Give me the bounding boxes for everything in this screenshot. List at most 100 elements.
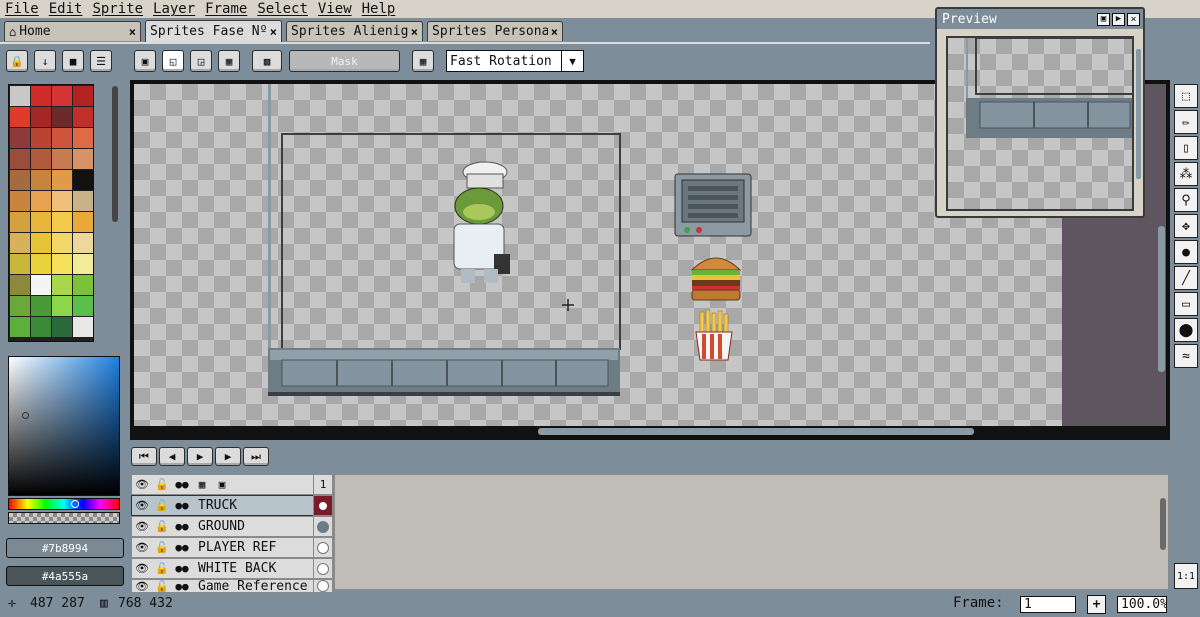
palette-swatch[interactable] [73, 212, 93, 232]
lock-icon[interactable]: 🔓 [152, 580, 172, 592]
layer-name[interactable]: PLAYER REF [192, 540, 276, 555]
canvas-vertical-scrollbar[interactable] [1158, 226, 1165, 372]
palette-swatch[interactable] [10, 128, 30, 148]
selection-subtract-button[interactable]: ◲ [190, 50, 212, 72]
frame-input[interactable]: 1 [1020, 596, 1076, 613]
lock-icon[interactable]: 🔓 [152, 541, 172, 554]
palette-swatch[interactable] [31, 317, 51, 337]
layer-cel[interactable] [313, 537, 333, 558]
lock-icon[interactable]: 🔓 [152, 562, 172, 575]
eye-icon[interactable]: 👁 [132, 541, 152, 554]
palette-swatch[interactable] [10, 149, 30, 169]
layer-name[interactable]: GROUND [192, 519, 245, 534]
palette-swatch[interactable] [31, 296, 51, 316]
layer-cel[interactable] [313, 516, 333, 537]
stop-button[interactable]: ■ [62, 50, 84, 72]
menu-help[interactable]: Help [357, 1, 401, 17]
layer-cel[interactable] [313, 558, 333, 579]
rectangle-tool[interactable]: ▭ [1174, 292, 1198, 316]
blur-tool[interactable]: ≈ [1174, 344, 1198, 368]
eye-icon[interactable]: 👁 [132, 562, 152, 575]
pencil-tool[interactable]: ✏ [1174, 110, 1198, 134]
layer-name[interactable]: Game Reference [192, 580, 308, 592]
play-icon[interactable]: ▶ [1112, 12, 1125, 26]
palette-swatch[interactable] [52, 86, 72, 106]
palette-swatch[interactable] [31, 275, 51, 295]
palette-swatch[interactable] [10, 86, 30, 106]
palette-swatch[interactable] [31, 107, 51, 127]
lock-icon[interactable]: 🔓 [152, 520, 172, 533]
play-button[interactable]: ▶ [187, 447, 213, 466]
palette-swatch[interactable] [31, 128, 51, 148]
preview-window[interactable]: Preview ▣ ▶ × [935, 7, 1145, 218]
timeline-scrollbar[interactable] [1160, 498, 1166, 550]
palette-swatch[interactable] [31, 254, 51, 274]
menu-file[interactable]: File [0, 1, 44, 17]
close-icon[interactable]: × [129, 25, 136, 39]
palette-swatch[interactable] [52, 275, 72, 295]
palette-swatch[interactable] [31, 149, 51, 169]
frame-header-1[interactable]: 1 [313, 474, 333, 495]
layer-name[interactable]: WHITE BACK [192, 561, 276, 576]
layer-row[interactable]: 👁 🔓 ●● PLAYER REF [131, 537, 331, 558]
timeline-cels-area[interactable] [334, 474, 1169, 590]
fill-tool[interactable]: ● [1174, 240, 1198, 264]
tab-sprites-alienige[interactable]: Sprites Alienige × [286, 21, 423, 41]
palette-swatch[interactable] [10, 191, 30, 211]
palette-swatch[interactable] [52, 149, 72, 169]
menu-select[interactable]: Select [252, 1, 313, 17]
palette-swatch[interactable] [73, 107, 93, 127]
continuous-icon[interactable]: ●● [172, 499, 192, 512]
palette-swatch[interactable] [52, 254, 72, 274]
palette-swatch[interactable] [31, 212, 51, 232]
continuous-icon[interactable]: ●● [172, 478, 192, 491]
last-frame-button[interactable]: ⏭ [243, 447, 269, 466]
new-layer-icon[interactable]: ▣ [212, 478, 232, 491]
selection-replace-button[interactable]: ▣ [134, 50, 156, 72]
pivot-button[interactable]: ▦ [412, 50, 434, 72]
palette-swatch[interactable] [52, 191, 72, 211]
palette-swatch[interactable] [73, 275, 93, 295]
tab-sprites-fase[interactable]: Sprites Fase Nº × [145, 20, 282, 42]
palette-swatch[interactable] [10, 233, 30, 253]
palette-swatch[interactable] [10, 254, 30, 274]
previous-frame-button[interactable]: ◀ [159, 447, 185, 466]
palette-swatch[interactable] [52, 317, 72, 337]
layer-cel[interactable] [313, 495, 333, 516]
eye-icon[interactable]: 👁 [132, 580, 152, 592]
close-icon[interactable]: × [270, 25, 277, 39]
palette-swatch[interactable] [52, 128, 72, 148]
palette-swatch[interactable] [52, 233, 72, 253]
down-button[interactable]: ↓ [34, 50, 56, 72]
continuous-icon[interactable]: ●● [172, 520, 192, 533]
hue-slider-handle[interactable] [71, 500, 79, 508]
alpha-slider[interactable] [8, 512, 120, 524]
palette-scrollbar[interactable] [112, 86, 118, 222]
close-icon[interactable]: × [551, 25, 558, 39]
palette-swatch[interactable] [31, 86, 51, 106]
palette-swatch[interactable] [73, 149, 93, 169]
eraser-tool[interactable]: ▯ [1174, 136, 1198, 160]
palette-swatch[interactable] [73, 128, 93, 148]
marquee-tool[interactable]: ⬚ [1174, 84, 1198, 108]
menu-frame[interactable]: Frame [200, 1, 252, 17]
menu-edit[interactable]: Edit [44, 1, 88, 17]
lock-icon[interactable]: 🔓 [152, 499, 172, 512]
zoom-one-to-one-button[interactable]: 1:1 [1174, 563, 1198, 589]
palette-swatch[interactable] [31, 191, 51, 211]
menu-layer[interactable]: Layer [148, 1, 200, 17]
saturation-value-picker[interactable] [8, 356, 120, 496]
palette-swatch[interactable] [73, 170, 93, 190]
palette-swatch[interactable] [52, 107, 72, 127]
menu-button[interactable]: ☰ [90, 50, 112, 72]
hue-slider[interactable] [8, 498, 120, 510]
line-tool[interactable]: ╱ [1174, 266, 1198, 290]
menu-view[interactable]: View [313, 1, 357, 17]
zoom-in-button[interactable]: + [1087, 595, 1106, 614]
layer-row[interactable]: 👁 🔓 ●● Game Reference [131, 579, 331, 593]
mask-button[interactable]: Mask [289, 50, 400, 72]
zoom-input[interactable]: 100.0% [1117, 596, 1167, 613]
lock-icon[interactable]: 🔓 [152, 478, 172, 491]
continuous-icon[interactable]: ●● [172, 541, 192, 554]
palette-swatch[interactable] [73, 254, 93, 274]
